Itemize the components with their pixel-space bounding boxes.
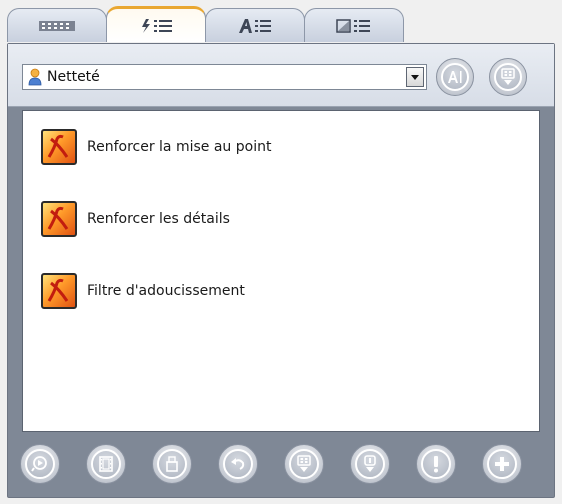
exclamation-icon — [421, 449, 451, 479]
plus-icon — [487, 449, 517, 479]
film-button[interactable] — [86, 444, 126, 484]
effects-list-icon — [142, 18, 172, 33]
effect-label: Filtre d'adoucissement — [87, 283, 245, 299]
effects-list: Renforcer la mise au point Renforcer les… — [22, 110, 540, 432]
tab-bar — [7, 6, 404, 44]
effect-fx-icon — [41, 201, 77, 237]
tab-media[interactable] — [7, 8, 107, 42]
list-item[interactable]: Renforcer la mise au point — [41, 127, 271, 167]
category-dropdown[interactable]: Netteté — [22, 64, 427, 90]
grid-down-icon — [494, 63, 522, 91]
undo-button[interactable] — [218, 444, 258, 484]
bottom-toolbar — [8, 436, 554, 498]
grid-down-icon — [289, 449, 319, 479]
add-button[interactable] — [482, 444, 522, 484]
person-icon — [27, 68, 43, 86]
effect-label: Renforcer les détails — [87, 211, 230, 227]
effect-fx-icon — [41, 129, 77, 165]
effect-fx-icon — [41, 273, 77, 309]
text-style-button[interactable] — [436, 58, 474, 96]
info-button[interactable] — [416, 444, 456, 484]
film-icon — [91, 449, 121, 479]
import-button[interactable] — [350, 444, 390, 484]
text-list-icon — [239, 18, 271, 33]
download-icon — [355, 449, 385, 479]
tab-transitions[interactable] — [304, 8, 404, 42]
effects-panel-window: Netteté Renforcer la mise au point Renfo… — [0, 0, 562, 504]
undo-arrow-icon — [223, 449, 253, 479]
transition-list-icon — [336, 18, 370, 33]
magnify-play-icon — [25, 449, 55, 479]
effects-panel: Netteté Renforcer la mise au point Renfo… — [7, 43, 555, 498]
category-selected-value: Netteté — [47, 69, 100, 85]
effect-label: Renforcer la mise au point — [87, 139, 272, 155]
filmstrip-icon — [39, 20, 75, 31]
tab-titles[interactable] — [205, 8, 305, 42]
clip-icon — [157, 449, 187, 479]
chevron-down-icon[interactable] — [406, 67, 424, 87]
list-item[interactable]: Renforcer les détails — [41, 199, 230, 239]
text-cursor-icon — [441, 63, 469, 91]
grid-down-button[interactable] — [284, 444, 324, 484]
view-options-button[interactable] — [489, 58, 527, 96]
preview-button[interactable] — [20, 444, 60, 484]
list-item[interactable]: Filtre d'adoucissement — [41, 271, 245, 311]
clip-button[interactable] — [152, 444, 192, 484]
tab-effects[interactable] — [106, 6, 206, 42]
